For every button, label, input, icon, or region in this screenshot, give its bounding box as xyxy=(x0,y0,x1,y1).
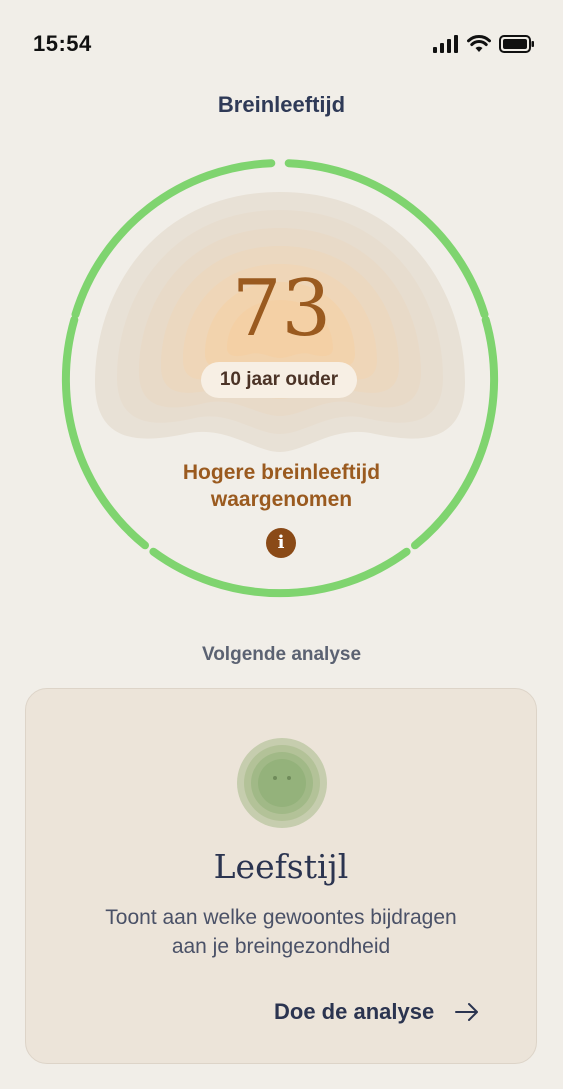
brain-age-verdict: Hogere breinleeftijd waargenomen xyxy=(0,459,563,513)
arrow-right-icon xyxy=(455,1003,479,1021)
verdict-line-2: waargenomen xyxy=(210,488,353,511)
card-description: Toont aan welke gewoontes bijdragen aan … xyxy=(46,903,516,961)
wifi-icon xyxy=(467,35,491,52)
page-title: Breinleeftijd xyxy=(217,92,346,117)
next-analysis-card[interactable]: Leefstijl Toont aan welke gewoontes bijd… xyxy=(25,688,537,1064)
card-title: Leefstijl xyxy=(213,847,349,886)
next-analysis-label: Volgende analyse xyxy=(201,644,362,665)
card-description-line-1: Toont aan welke gewoontes bijdragen xyxy=(105,906,457,929)
card-description-line-2: aan je breingezondheid xyxy=(171,935,391,958)
battery-icon xyxy=(499,35,534,53)
info-icon[interactable]: i xyxy=(266,528,296,558)
face-icon xyxy=(237,738,327,828)
age-difference-badge: 10 jaar ouder xyxy=(201,362,357,398)
verdict-line-1: Hogere breinleeftijd xyxy=(182,461,381,484)
start-analysis-label: Doe de analyse xyxy=(274,999,435,1024)
start-analysis-button[interactable]: Doe de analyse xyxy=(274,997,480,1027)
status-icons xyxy=(433,33,535,55)
brain-age-score: 73 xyxy=(231,264,332,354)
status-bar: 15:54 xyxy=(0,0,563,90)
status-time: 15:54 xyxy=(33,31,92,56)
signal-icon xyxy=(433,35,458,53)
